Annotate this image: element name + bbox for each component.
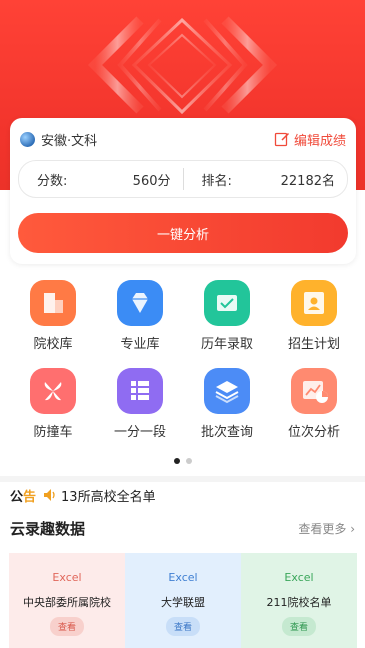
data-card[interactable]: Excel 211院校名单 查看 (241, 553, 357, 648)
mail-icon (204, 280, 250, 326)
card-name: 211院校名单 (266, 596, 332, 609)
notice-badge: 公告 (10, 489, 37, 505)
score-field: 分数: 560分 (19, 170, 183, 189)
analyze-button[interactable]: 一键分析 (18, 213, 348, 253)
page-dot[interactable] (185, 458, 192, 464)
grid-item-enrollment-plan[interactable]: 招生计划 (279, 280, 349, 352)
grid-label: 院校库 (33, 337, 73, 352)
view-more-link[interactable]: 查看更多 › (298, 520, 355, 537)
grid-label: 招生计划 (287, 337, 340, 352)
globe-icon (20, 131, 35, 147)
card-name: 中央部委所属院校 (23, 596, 111, 609)
grid-item-past-admissions[interactable]: 历年录取 (192, 280, 262, 352)
card-tag: Excel (52, 571, 82, 584)
score-rank-box[interactable]: 分数: 560分 排名: 22182名 (18, 160, 348, 198)
grid-table-icon (117, 368, 163, 414)
notice-text: 13所高校全名单 (61, 489, 156, 505)
view-button[interactable]: 查看 (165, 617, 200, 636)
college-icon (30, 280, 76, 326)
rank-label: 排名: (201, 173, 232, 189)
location-label: 安徽·文科 (41, 133, 98, 149)
grid-label: 批次查询 (200, 425, 253, 440)
notice-bar[interactable]: 公告 13所高校全名单 (10, 485, 156, 505)
page-indicator (0, 458, 365, 464)
grid-item-anti-collision[interactable]: 防撞车 (18, 368, 88, 440)
grid-label: 一分一段 (113, 425, 166, 440)
rank-value: 22182名 (280, 173, 335, 189)
view-button[interactable]: 查看 (49, 617, 84, 636)
card-tag: Excel (284, 571, 314, 584)
view-button[interactable]: 查看 (281, 617, 316, 636)
location-selector[interactable]: 安徽·文科 (20, 130, 97, 149)
rank-field: 排名: 22182名 (184, 170, 348, 189)
section-divider (0, 476, 365, 482)
grid-item-major-library[interactable]: 专业库 (105, 280, 175, 352)
card-name: 大学联盟 (161, 596, 205, 609)
data-card[interactable]: Excel 大学联盟 查看 (125, 553, 241, 648)
diamond-icon (117, 280, 163, 326)
score-value: 560分 (132, 173, 171, 189)
layers-icon (204, 368, 250, 414)
score-card: 安徽·文科 编辑成绩 分数: 560分 排名: 22182名 一键分析 (10, 118, 356, 264)
card-tag: Excel (168, 571, 198, 584)
grid-item-batch-query[interactable]: 批次查询 (192, 368, 262, 440)
chevron-right-icon: › (350, 522, 355, 536)
score-label: 分数: (37, 173, 68, 189)
edit-icon (274, 132, 290, 147)
speaker-icon (44, 489, 55, 501)
view-more-label: 查看更多 (298, 522, 347, 536)
location-row: 安徽·文科 编辑成绩 (20, 128, 346, 150)
edit-score-button[interactable]: 编辑成绩 (274, 130, 346, 149)
person-card-icon (291, 280, 337, 326)
grid-item-rank-analysis[interactable]: 位次分析 (279, 368, 349, 440)
data-card[interactable]: Excel 中央部委所属院校 查看 (9, 553, 125, 648)
grid-label: 防撞车 (33, 425, 73, 440)
chart-icon (291, 368, 337, 414)
edit-score-label: 编辑成绩 (293, 133, 346, 149)
data-cards: Excel 中央部委所属院校 查看 Excel 大学联盟 查看 Excel 21… (9, 553, 357, 648)
page-dot-active[interactable] (173, 458, 180, 464)
grid-item-college-library[interactable]: 院校库 (18, 280, 88, 352)
grid-label: 专业库 (120, 337, 160, 352)
section-title: 云录趣数据 (10, 520, 86, 538)
grid-item-score-segment[interactable]: 一分一段 (105, 368, 175, 440)
grid-label: 位次分析 (287, 425, 340, 440)
fan-icon (30, 368, 76, 414)
grid-label: 历年录取 (200, 337, 253, 352)
